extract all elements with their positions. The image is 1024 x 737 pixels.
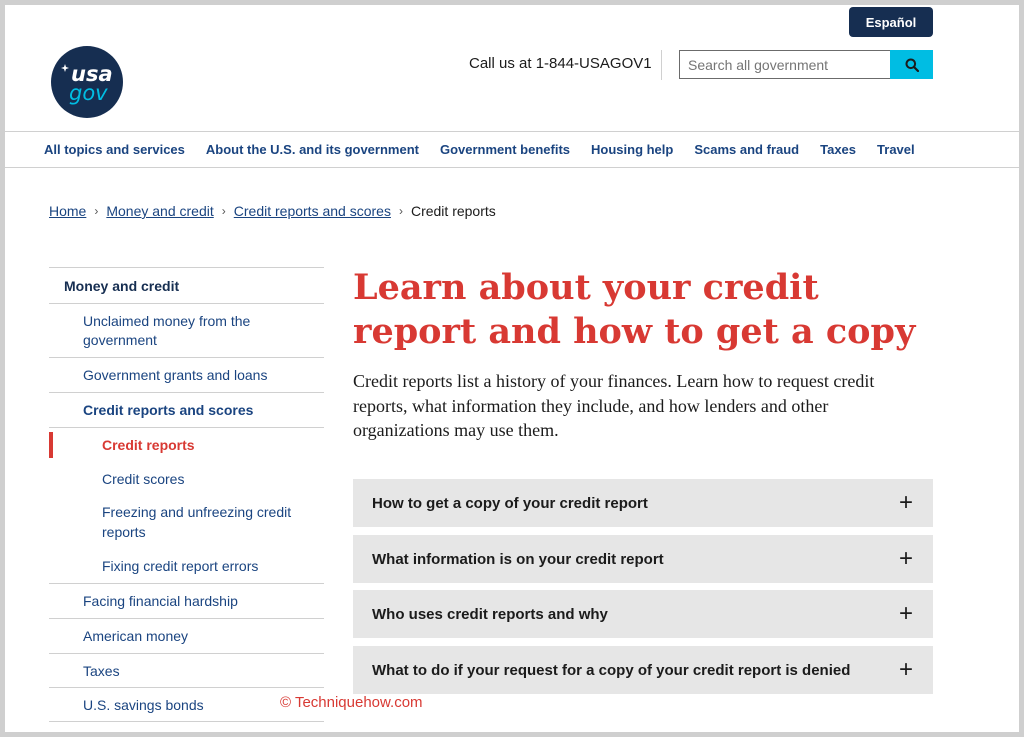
header-divider-top [5,131,1019,132]
breadcrumb-money-and-credit[interactable]: Money and credit [106,203,213,219]
accordion-who-uses[interactable]: Who uses credit reports and why + [353,590,933,638]
header-divider [661,50,662,80]
nav-item-about-us[interactable]: About the U.S. and its government [206,142,419,157]
sidebar-item-grants-loans[interactable]: Government grants and loans [49,357,324,392]
sidebar-item-credit-reports[interactable]: Credit reports [49,427,324,462]
sidebar-item-label: Freezing and unfreezing credit reports [102,503,292,540]
page-intro: Credit reports list a history of your fi… [353,371,875,440]
call-us-text: Call us at 1-844-USAGOV1 [469,55,652,72]
plus-icon: + [898,545,913,572]
accordion-label: How to get a copy of your credit report [372,494,648,512]
sidebar-item-credit-reports-and-scores[interactable]: Credit reports and scores [49,392,324,427]
accordion-label: What information is on your credit repor… [372,550,664,568]
plus-icon: + [898,656,913,683]
main-nav: All topics and services About the U.S. a… [44,142,936,157]
nav-item-taxes[interactable]: Taxes [820,142,856,157]
sidebar-item-freezing-credit[interactable]: Freezing and unfreezing credit reports [49,495,324,548]
language-toggle-button[interactable]: Español [849,7,933,37]
breadcrumb-separator: › [398,204,403,218]
page-title: Learn about your credit report and how t… [353,267,916,352]
search-icon [905,58,919,72]
sidebar-item-taxes[interactable]: Taxes [49,653,324,687]
sidebar-item-financial-hardship[interactable]: Facing financial hardship [49,583,324,618]
search-input[interactable]: Search all government [679,50,890,79]
plus-icon: + [898,489,913,516]
watermark: © Techniquehow.com [280,694,423,711]
breadcrumb: Home › Money and credit › Credit reports… [49,203,496,219]
nav-divider-bottom [5,167,1019,168]
breadcrumb-home[interactable]: Home [49,203,86,219]
sidebar-item-unclaimed-money[interactable]: Unclaimed money from the government [49,303,324,357]
sidebar-item-american-money[interactable]: American money [49,618,324,653]
sidebar-heading-money-and-credit[interactable]: Money and credit [49,267,324,303]
nav-item-all-topics[interactable]: All topics and services [44,142,185,157]
accordion-information[interactable]: What information is on your credit repor… [353,535,933,583]
sidebar-nav: Money and credit Unclaimed money from th… [49,267,324,722]
nav-item-benefits[interactable]: Government benefits [440,142,570,157]
breadcrumb-separator: › [221,204,226,218]
sidebar-item-credit-scores[interactable]: Credit scores [49,462,324,495]
breadcrumb-credit-reports-and-scores[interactable]: Credit reports and scores [234,203,391,219]
nav-item-housing[interactable]: Housing help [591,142,673,157]
search-button[interactable] [890,50,933,79]
plus-icon: + [898,600,913,627]
accordion-get-copy[interactable]: How to get a copy of your credit report … [353,479,933,527]
logo-text-gov: gov [69,81,108,105]
breadcrumb-separator: › [94,204,99,218]
breadcrumb-current: Credit reports [410,203,496,219]
accordion-label: What to do if your request for a copy of… [372,661,851,679]
accordion-label: Who uses credit reports and why [372,605,608,623]
sidebar-item-label: Unclaimed money from the government [83,312,251,348]
nav-item-travel[interactable]: Travel [877,142,915,157]
sidebar-item-fixing-errors[interactable]: Fixing credit report errors [49,548,324,583]
usagov-logo[interactable]: usa gov [51,46,123,118]
accordion-request-denied[interactable]: What to do if your request for a copy of… [353,646,933,694]
nav-item-scams[interactable]: Scams and fraud [694,142,799,157]
